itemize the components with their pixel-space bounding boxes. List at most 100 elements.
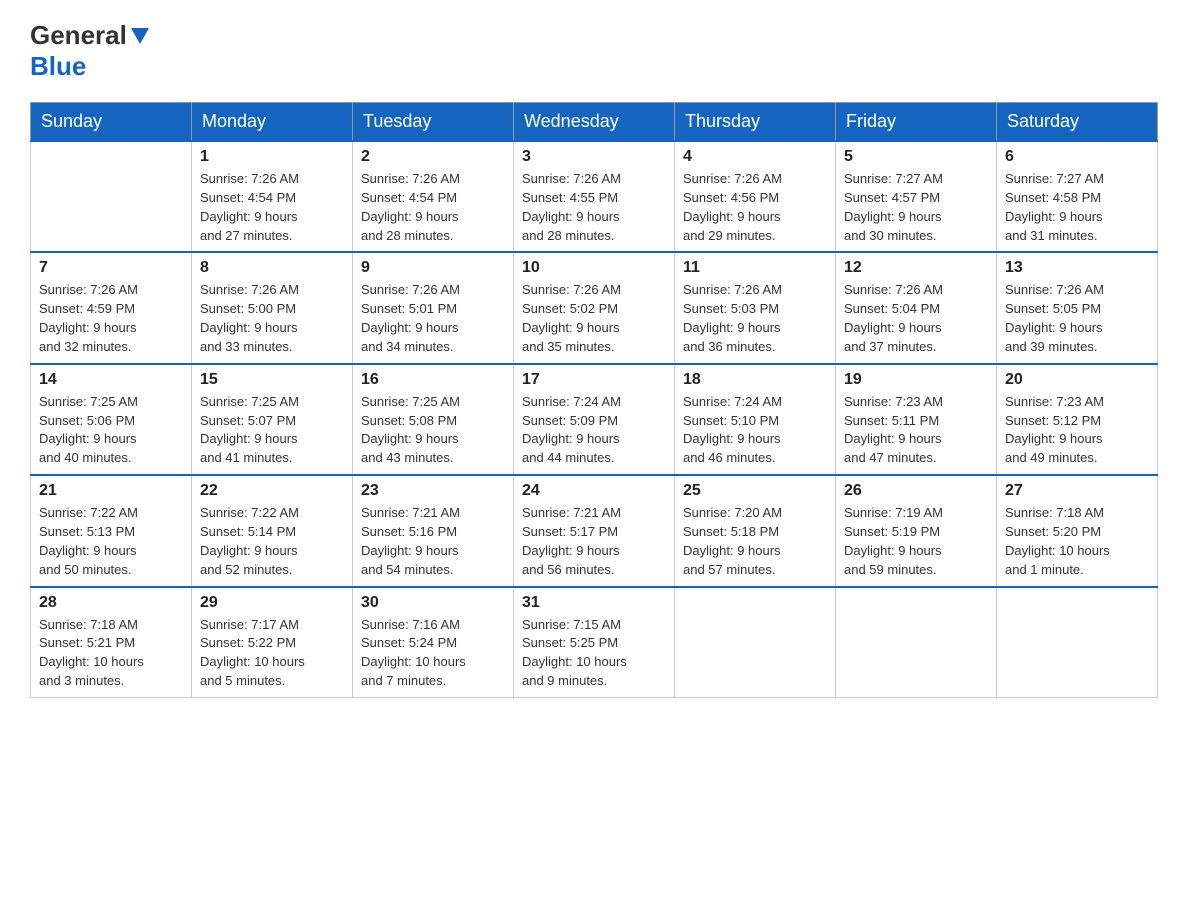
- day-info: Sunrise: 7:26 AM Sunset: 4:54 PM Dayligh…: [200, 170, 344, 245]
- day-number: 11: [683, 259, 827, 277]
- calendar-cell-w5d6: [836, 587, 997, 698]
- day-info: Sunrise: 7:26 AM Sunset: 4:56 PM Dayligh…: [683, 170, 827, 245]
- calendar-header-tuesday: Tuesday: [353, 103, 514, 142]
- calendar-cell-w3d2: 15 Sunrise: 7:25 AM Sunset: 5:07 PM Dayli…: [192, 364, 353, 475]
- calendar-cell-w4d1: 21 Sunrise: 7:22 AM Sunset: 5:13 PM Dayli…: [31, 475, 192, 586]
- day-info: Sunrise: 7:27 AM Sunset: 4:57 PM Dayligh…: [844, 170, 988, 245]
- day-number: 31: [522, 594, 666, 612]
- calendar-header-monday: Monday: [192, 103, 353, 142]
- day-info: Sunrise: 7:26 AM Sunset: 5:04 PM Dayligh…: [844, 281, 988, 356]
- day-number: 3: [522, 148, 666, 166]
- day-info: Sunrise: 7:21 AM Sunset: 5:17 PM Dayligh…: [522, 504, 666, 579]
- week-row-4: 21 Sunrise: 7:22 AM Sunset: 5:13 PM Dayli…: [31, 475, 1158, 586]
- day-info: Sunrise: 7:26 AM Sunset: 5:00 PM Dayligh…: [200, 281, 344, 356]
- day-number: 16: [361, 371, 505, 389]
- day-number: 23: [361, 482, 505, 500]
- day-number: 9: [361, 259, 505, 277]
- calendar-cell-w5d2: 29 Sunrise: 7:17 AM Sunset: 5:22 PM Dayli…: [192, 587, 353, 698]
- calendar-header-thursday: Thursday: [675, 103, 836, 142]
- day-number: 2: [361, 148, 505, 166]
- logo-area: General Blue: [30, 20, 151, 82]
- day-number: 24: [522, 482, 666, 500]
- day-number: 29: [200, 594, 344, 612]
- calendar-cell-w5d1: 28 Sunrise: 7:18 AM Sunset: 5:21 PM Dayli…: [31, 587, 192, 698]
- day-info: Sunrise: 7:16 AM Sunset: 5:24 PM Dayligh…: [361, 616, 505, 691]
- calendar-header-saturday: Saturday: [997, 103, 1158, 142]
- day-info: Sunrise: 7:19 AM Sunset: 5:19 PM Dayligh…: [844, 504, 988, 579]
- calendar-header-wednesday: Wednesday: [514, 103, 675, 142]
- day-info: Sunrise: 7:26 AM Sunset: 4:55 PM Dayligh…: [522, 170, 666, 245]
- calendar-cell-w5d4: 31 Sunrise: 7:15 AM Sunset: 5:25 PM Dayli…: [514, 587, 675, 698]
- calendar-cell-w3d4: 17 Sunrise: 7:24 AM Sunset: 5:09 PM Dayli…: [514, 364, 675, 475]
- calendar-cell-w1d2: 1Sunrise: 7:26 AM Sunset: 4:54 PM Daylig…: [192, 141, 353, 252]
- calendar-cell-w5d7: [997, 587, 1158, 698]
- page-header: General Blue: [30, 20, 1158, 82]
- calendar-table: SundayMondayTuesdayWednesdayThursdayFrid…: [30, 102, 1158, 698]
- calendar-cell-w1d3: 2 Sunrise: 7:26 AM Sunset: 4:54 PM Daylig…: [353, 141, 514, 252]
- calendar-cell-w2d4: 10 Sunrise: 7:26 AM Sunset: 5:02 PM Dayli…: [514, 252, 675, 363]
- day-number: 28: [39, 594, 183, 612]
- day-number: 4: [683, 148, 827, 166]
- day-number: 17: [522, 371, 666, 389]
- day-info: Sunrise: 7:21 AM Sunset: 5:16 PM Dayligh…: [361, 504, 505, 579]
- calendar-cell-w2d3: 9 Sunrise: 7:26 AM Sunset: 5:01 PM Daylig…: [353, 252, 514, 363]
- day-info: Sunrise: 7:26 AM Sunset: 4:59 PM Dayligh…: [39, 281, 183, 356]
- week-row-5: 28 Sunrise: 7:18 AM Sunset: 5:21 PM Dayli…: [31, 587, 1158, 698]
- day-number: 7: [39, 259, 183, 277]
- day-info: Sunrise: 7:22 AM Sunset: 5:14 PM Dayligh…: [200, 504, 344, 579]
- calendar-cell-w1d5: 4 Sunrise: 7:26 AM Sunset: 4:56 PM Daylig…: [675, 141, 836, 252]
- day-number: 20: [1005, 371, 1149, 389]
- week-row-2: 7 Sunrise: 7:26 AM Sunset: 4:59 PM Daylig…: [31, 252, 1158, 363]
- day-number: 10: [522, 259, 666, 277]
- day-number: 8: [200, 259, 344, 277]
- logo-general-text: General: [30, 20, 127, 51]
- day-number: 15: [200, 371, 344, 389]
- calendar-cell-w4d4: 24 Sunrise: 7:21 AM Sunset: 5:17 PM Dayli…: [514, 475, 675, 586]
- calendar-cell-w2d2: 8 Sunrise: 7:26 AM Sunset: 5:00 PM Daylig…: [192, 252, 353, 363]
- calendar-header-sunday: Sunday: [31, 103, 192, 142]
- day-info: Sunrise: 7:15 AM Sunset: 5:25 PM Dayligh…: [522, 616, 666, 691]
- day-number: 30: [361, 594, 505, 612]
- day-info: Sunrise: 7:26 AM Sunset: 4:54 PM Dayligh…: [361, 170, 505, 245]
- calendar-cell-w3d7: 20Sunrise: 7:23 AM Sunset: 5:12 PM Dayli…: [997, 364, 1158, 475]
- calendar-cell-w2d6: 12Sunrise: 7:26 AM Sunset: 5:04 PM Dayli…: [836, 252, 997, 363]
- calendar-cell-w3d1: 14 Sunrise: 7:25 AM Sunset: 5:06 PM Dayli…: [31, 364, 192, 475]
- day-info: Sunrise: 7:27 AM Sunset: 4:58 PM Dayligh…: [1005, 170, 1149, 245]
- calendar-header-friday: Friday: [836, 103, 997, 142]
- day-info: Sunrise: 7:17 AM Sunset: 5:22 PM Dayligh…: [200, 616, 344, 691]
- calendar-cell-w3d3: 16Sunrise: 7:25 AM Sunset: 5:08 PM Dayli…: [353, 364, 514, 475]
- calendar-cell-w5d5: [675, 587, 836, 698]
- calendar-cell-w4d3: 23 Sunrise: 7:21 AM Sunset: 5:16 PM Dayli…: [353, 475, 514, 586]
- calendar-cell-w4d5: 25 Sunrise: 7:20 AM Sunset: 5:18 PM Dayli…: [675, 475, 836, 586]
- day-info: Sunrise: 7:20 AM Sunset: 5:18 PM Dayligh…: [683, 504, 827, 579]
- day-number: 14: [39, 371, 183, 389]
- day-info: Sunrise: 7:26 AM Sunset: 5:01 PM Dayligh…: [361, 281, 505, 356]
- calendar-header-row: SundayMondayTuesdayWednesdayThursdayFrid…: [31, 103, 1158, 142]
- day-number: 21: [39, 482, 183, 500]
- calendar-cell-w3d6: 19Sunrise: 7:23 AM Sunset: 5:11 PM Dayli…: [836, 364, 997, 475]
- day-info: Sunrise: 7:25 AM Sunset: 5:06 PM Dayligh…: [39, 393, 183, 468]
- day-number: 18: [683, 371, 827, 389]
- calendar-cell-w4d6: 26Sunrise: 7:19 AM Sunset: 5:19 PM Dayli…: [836, 475, 997, 586]
- day-info: Sunrise: 7:26 AM Sunset: 5:03 PM Dayligh…: [683, 281, 827, 356]
- day-info: Sunrise: 7:25 AM Sunset: 5:07 PM Dayligh…: [200, 393, 344, 468]
- day-info: Sunrise: 7:23 AM Sunset: 5:11 PM Dayligh…: [844, 393, 988, 468]
- calendar-cell-w1d4: 3 Sunrise: 7:26 AM Sunset: 4:55 PM Daylig…: [514, 141, 675, 252]
- calendar-cell-w4d7: 27 Sunrise: 7:18 AM Sunset: 5:20 PM Dayli…: [997, 475, 1158, 586]
- day-number: 13: [1005, 259, 1149, 277]
- day-info: Sunrise: 7:18 AM Sunset: 5:20 PM Dayligh…: [1005, 504, 1149, 579]
- logo-line1: General: [30, 20, 151, 51]
- day-info: Sunrise: 7:26 AM Sunset: 5:05 PM Dayligh…: [1005, 281, 1149, 356]
- day-number: 22: [200, 482, 344, 500]
- logo-arrow-icon: [131, 28, 149, 44]
- calendar-cell-w2d7: 13 Sunrise: 7:26 AM Sunset: 5:05 PM Dayli…: [997, 252, 1158, 363]
- week-row-1: 1Sunrise: 7:26 AM Sunset: 4:54 PM Daylig…: [31, 141, 1158, 252]
- calendar-cell-w3d5: 18Sunrise: 7:24 AM Sunset: 5:10 PM Dayli…: [675, 364, 836, 475]
- day-number: 5: [844, 148, 988, 166]
- day-info: Sunrise: 7:24 AM Sunset: 5:09 PM Dayligh…: [522, 393, 666, 468]
- day-info: Sunrise: 7:18 AM Sunset: 5:21 PM Dayligh…: [39, 616, 183, 691]
- day-info: Sunrise: 7:22 AM Sunset: 5:13 PM Dayligh…: [39, 504, 183, 579]
- day-number: 27: [1005, 482, 1149, 500]
- day-info: Sunrise: 7:26 AM Sunset: 5:02 PM Dayligh…: [522, 281, 666, 356]
- day-number: 25: [683, 482, 827, 500]
